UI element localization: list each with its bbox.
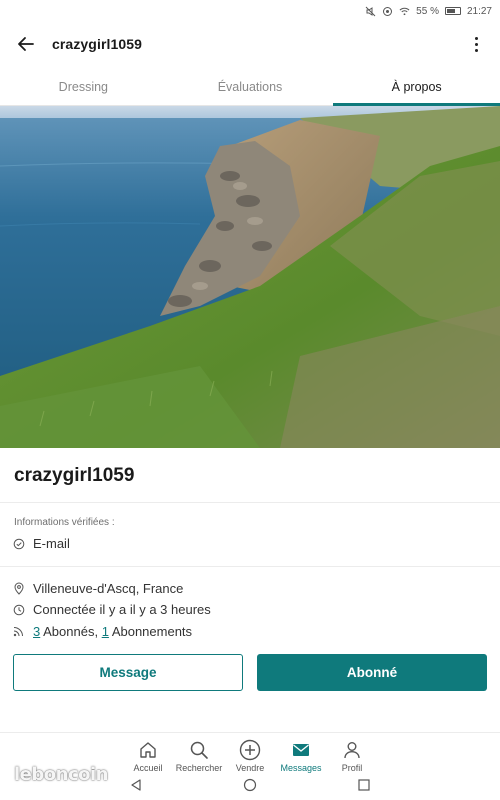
nav-label: Accueil xyxy=(133,763,163,773)
more-vertical-icon xyxy=(474,36,478,40)
recents-square-icon[interactable] xyxy=(357,778,371,797)
location-pin-icon xyxy=(12,582,25,595)
divider xyxy=(0,502,500,503)
search-icon xyxy=(188,739,210,761)
wifi-icon xyxy=(399,6,410,17)
verified-email-label: E-mail xyxy=(33,536,70,551)
nav-item-accueil[interactable]: Accueil xyxy=(123,733,174,774)
rss-icon xyxy=(12,625,25,638)
clock-time: 21:27 xyxy=(466,5,492,17)
back-button[interactable] xyxy=(0,22,52,66)
home-icon xyxy=(137,739,159,761)
nav-item-profil[interactable]: Profil xyxy=(327,733,378,774)
following-count-link[interactable]: 1 xyxy=(102,624,109,639)
nav-item-messages[interactable]: Messages xyxy=(276,733,327,774)
tab-a-propos[interactable]: À propos xyxy=(333,68,500,106)
do-not-disturb-icon xyxy=(382,6,393,17)
leboncoin-watermark: leboncoin xyxy=(14,764,108,785)
nav-label: Vendre xyxy=(235,763,265,773)
nav-item-vendre[interactable]: Vendre xyxy=(225,733,276,774)
followers-row: 3 Abonnés, 1 Abonnements xyxy=(12,624,192,639)
coastal-cliff-photo xyxy=(0,106,500,448)
user-icon xyxy=(341,739,363,761)
last-seen-row: Connectée il y a il y a 3 heures xyxy=(12,602,211,617)
check-circle-icon xyxy=(12,537,25,550)
app-bar: crazygirl1059 xyxy=(0,22,500,66)
profile-username: crazygirl1059 xyxy=(14,465,135,486)
profile-tabs: Dressing Évaluations À propos xyxy=(0,68,500,106)
follow-button[interactable]: Abonné xyxy=(257,654,487,691)
last-seen-text: Connectée il y a il y a 3 heures xyxy=(33,602,211,617)
nav-label: Messages xyxy=(280,763,322,773)
envelope-icon xyxy=(290,739,312,761)
nav-item-rechercher[interactable]: Rechercher xyxy=(174,733,225,774)
nav-label: Rechercher xyxy=(175,763,223,773)
divider xyxy=(0,566,500,567)
tab-evaluations[interactable]: Évaluations xyxy=(167,68,334,105)
clock-icon xyxy=(12,603,25,616)
mute-icon xyxy=(365,6,376,17)
verified-email-row: E-mail xyxy=(12,536,70,551)
location-text: Villeneuve-d'Ascq, France xyxy=(33,581,184,596)
page-title: crazygirl1059 xyxy=(52,36,143,52)
following-label: Abonnements xyxy=(108,624,193,639)
arrow-left-icon xyxy=(18,37,34,51)
more-options-button[interactable] xyxy=(466,32,486,56)
location-row: Villeneuve-d'Ascq, France xyxy=(12,581,183,596)
plus-circle-icon xyxy=(239,739,261,761)
back-triangle-icon[interactable] xyxy=(129,778,143,797)
followers-label: Abonnés, xyxy=(40,624,102,639)
battery-percent: 55 % xyxy=(416,5,439,17)
tab-dressing[interactable]: Dressing xyxy=(0,68,167,105)
battery-icon xyxy=(444,7,461,15)
message-button[interactable]: Message xyxy=(13,654,243,691)
nav-label: Profil xyxy=(341,763,363,773)
status-bar: 55 % 21:27 xyxy=(0,0,500,22)
home-circle-icon[interactable] xyxy=(243,778,257,797)
verified-info-label: Informations vérifiées : xyxy=(14,517,115,528)
